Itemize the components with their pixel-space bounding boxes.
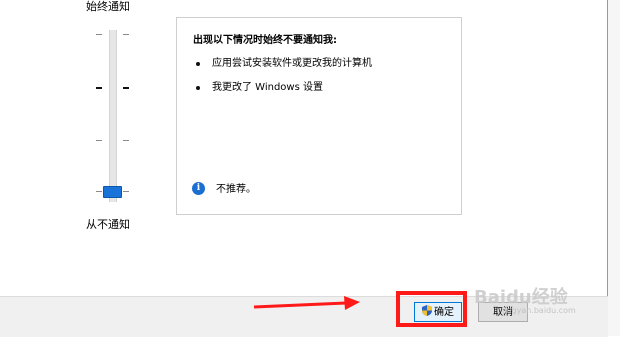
bullet-icon [196,62,200,66]
slider-tick [123,140,129,141]
slider-tick [96,87,102,89]
slider-tick [123,191,129,192]
info-note: 不推荐。 [216,184,256,195]
slider-thumb[interactable] [103,186,122,198]
slider-tick [123,87,129,89]
info-item: 应用尝试安装软件或更改我的计算机 [212,58,372,69]
arrow-annotation-icon [253,296,360,310]
slider-track[interactable] [109,30,117,202]
info-icon: i [192,182,205,195]
window-border [607,0,608,296]
slider-tick [96,191,102,192]
slider-tick [123,34,129,35]
info-heading: 出现以下情况时始终不要通知我: [193,35,337,46]
slider-tick [96,140,102,141]
slider-bottom-label: 从不通知 [86,218,130,231]
slider-top-label: 始终通知 [86,0,130,13]
highlight-box [396,291,467,327]
slider-tick [96,34,102,35]
window-edge [608,0,620,336]
baidu-watermark-url: jingyan.baidu.com [502,306,576,315]
bullet-icon [196,86,200,90]
info-item: 我更改了 Windows 设置 [212,82,323,93]
